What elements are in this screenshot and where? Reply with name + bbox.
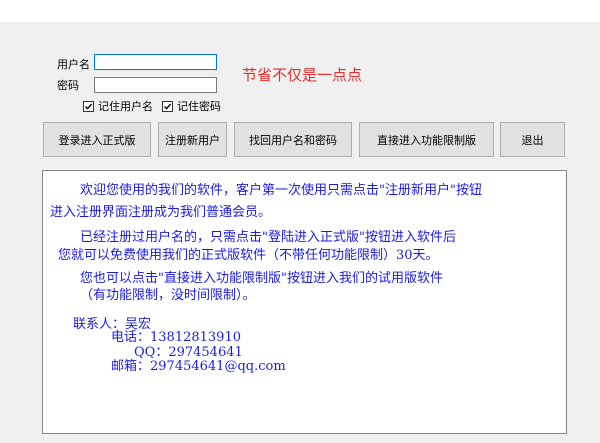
info-paragraph-2-line-2: 您就可以免费使用我们的正式版软件（不带任何功能限制）30天。 (58, 248, 439, 263)
info-paragraph-1-line-2: 进入注册界面注册成为我们普通会员。 (50, 205, 272, 220)
checkbox-checked-icon (83, 100, 94, 112)
username-input[interactable] (94, 54, 217, 70)
login-formal-button[interactable]: 登录进入正式版 (43, 122, 151, 157)
register-button[interactable]: 注册新用户 (158, 122, 227, 157)
password-label: 密码 (57, 79, 79, 92)
password-input[interactable] (94, 77, 217, 93)
exit-button[interactable]: 退出 (500, 122, 565, 157)
slogan-text: 节省不仅是一点点 (242, 66, 363, 84)
remember-username-label: 记住用户名 (98, 100, 153, 113)
title-bar (0, 0, 600, 22)
username-label: 用户名 (57, 58, 90, 71)
login-window: 用户名 密码 记住用户名 记住密码 节省不仅是一点点 登录进入正式版 注册新用户… (0, 0, 600, 443)
info-paragraph-3-line-2: （有功能限制，没时间限制）。 (80, 288, 256, 303)
recover-account-button[interactable]: 找回用户名和密码 (234, 122, 352, 157)
enter-limited-button[interactable]: 直接进入功能限制版 (359, 122, 494, 157)
info-paragraph-2-line-1: 已经注册过用户名的，只需点击"登陆进入正式版"按钮进入软件后 (80, 230, 456, 245)
checkbox-checked-icon (162, 100, 173, 112)
remember-username-checkbox[interactable]: 记住用户名 (83, 98, 153, 114)
contact-email: 邮箱：297454641@qq.com (111, 359, 286, 374)
remember-password-checkbox[interactable]: 记住密码 (162, 98, 221, 114)
info-paragraph-1-line-1: 欢迎您使用的我们的软件，客户第一次使用只需点击"注册新用户"按钮 (80, 183, 482, 198)
info-textbox[interactable]: 欢迎您使用的我们的软件，客户第一次使用只需点击"注册新用户"按钮 进入注册界面注… (42, 170, 567, 434)
remember-password-label: 记住密码 (177, 100, 221, 113)
